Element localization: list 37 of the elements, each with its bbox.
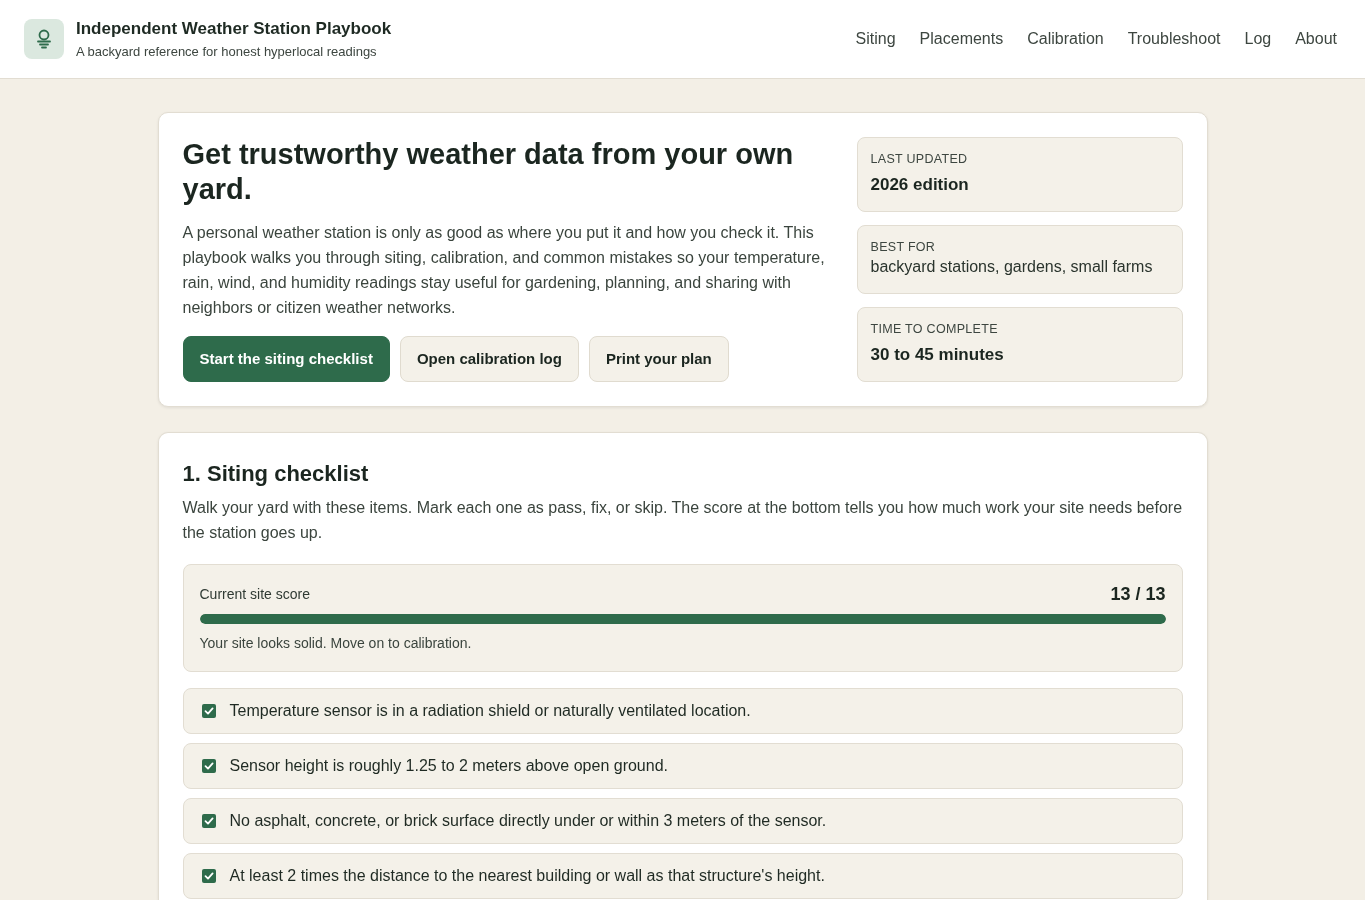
fact-value: 30 to 45 minutes [870, 344, 1005, 366]
checkbox[interactable] [201, 759, 216, 773]
checklist-item[interactable]: Sensor height is roughly 1.25 to 2 meters above open ground. [182, 743, 1183, 789]
nav-link[interactable]: About [1295, 29, 1337, 49]
fact-value: 2026 edition [870, 174, 970, 196]
site-title: Independent Weather Station Playbook [76, 18, 392, 40]
section-heading: 1. Siting checklist [182, 460, 370, 488]
hero-heading: Get trustworthy weather data from your own yard. [182, 137, 795, 207]
checklist-text: At least 2 times the distance to the nearest building or wall as that structure's height. [229, 866, 825, 886]
hero-intro: A personal weather station is only as good as where you put it and how you check it. This playbook walks you through siting, calibration, and common mistakes so your temperature, rain, wind, and humidity readings stay useful for gardening, planning, and sharing with neighbors or citizen weather networks. [182, 223, 826, 318]
checklist-text: Temperature sensor is in a radiation shield or naturally ventilated location. [229, 701, 751, 721]
nav-link[interactable]: Calibration [1027, 29, 1104, 49]
nav-link[interactable]: Troubleshoot [1127, 29, 1221, 49]
nav-link[interactable]: Siting [855, 29, 896, 49]
secondary-button[interactable]: Print your plan [588, 336, 729, 382]
fact-label: BEST FOR [870, 239, 937, 255]
fact-value: backyard stations, gardens, small farms [870, 257, 1154, 277]
section-intro: Walk your yard with these items. Mark each one as pass, fix, or skip. The score at the bottom tells you how much work your site needs before the station goes up. [182, 498, 1183, 543]
nav-link[interactable]: Log [1244, 29, 1272, 49]
checkbox[interactable] [201, 869, 216, 883]
secondary-button[interactable]: Open calibration log [399, 336, 579, 382]
checklist-text: No asphalt, concrete, or brick surface directly under or within 3 meters of the sensor. [229, 811, 827, 831]
nav-link[interactable]: Placements [919, 29, 1004, 49]
fact-label: TIME TO COMPLETE [870, 321, 999, 337]
checklist-text: Sensor height is roughly 1.25 to 2 meters above open ground. [229, 756, 668, 776]
checkbox[interactable] [201, 814, 216, 828]
checklist-item[interactable]: No asphalt, concrete, or brick surface directly under or within 3 meters of the sensor. [182, 798, 1183, 844]
score-value: 13 / 13 [1110, 583, 1166, 605]
primary-button[interactable]: Start the siting checklist [182, 336, 390, 382]
site-subtitle: A backyard reference for honest hyperlocal readings [76, 43, 378, 60]
score-message: Your site looks solid. Move on to calibration. [199, 634, 473, 653]
score-label: Current site score [199, 585, 310, 604]
checklist-item[interactable]: Temperature sensor is in a radiation shield or naturally ventilated location. [182, 688, 1183, 734]
checklist-item[interactable]: At least 2 times the distance to the nearest building or wall as that structure's height. [182, 853, 1183, 899]
checkbox[interactable] [201, 704, 216, 718]
fact-label: LAST UPDATED [870, 151, 969, 167]
weather-station-icon [24, 19, 64, 59]
